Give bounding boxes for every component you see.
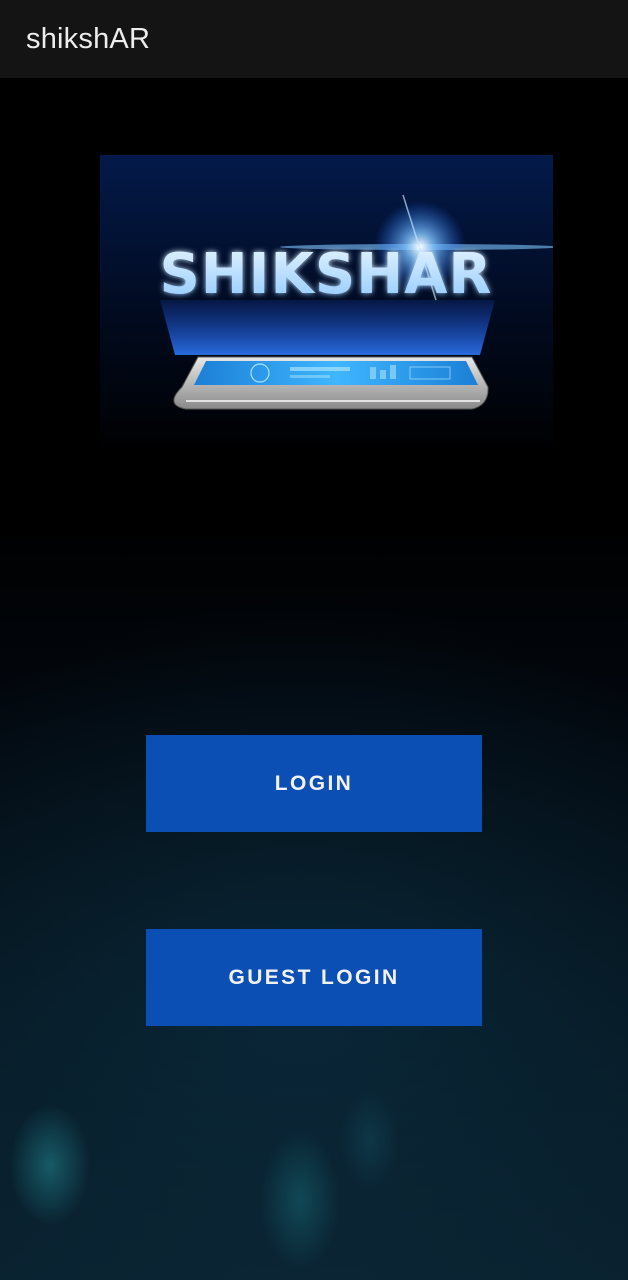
guest-login-button[interactable]: GUEST LOGIN [146,929,482,1026]
logo-text: SHIKSHAR [159,242,492,307]
app-logo: SHIKSHAR [100,155,553,455]
login-button[interactable]: LOGIN [146,735,482,832]
app-title: shikshAR [26,22,151,55]
app-screen: shikshAR SHIKSHAR LOGIN GUEST LOGIN [0,0,628,1280]
app-bar: shikshAR [0,0,628,78]
